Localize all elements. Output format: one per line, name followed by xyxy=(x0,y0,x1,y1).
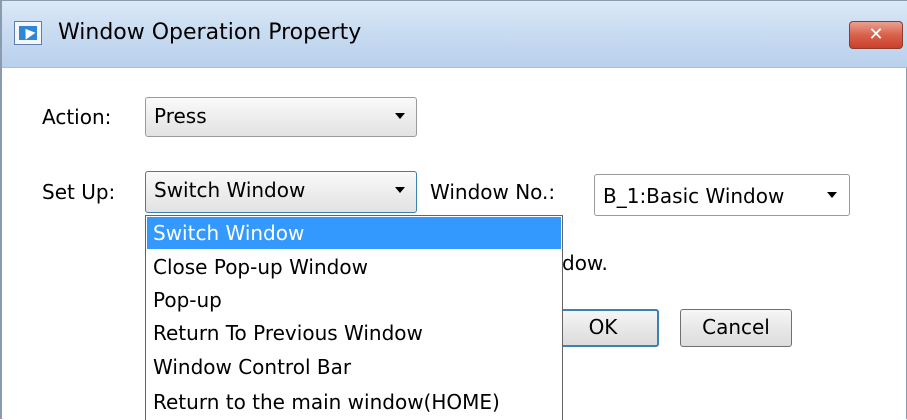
dropdown-option[interactable]: Close Pop-up Window xyxy=(147,251,561,283)
dropdown-option[interactable]: Switch Window xyxy=(147,217,561,249)
dropdown-option[interactable]: Return To Previous Window xyxy=(147,317,561,349)
window-operation-property-dialog: Window Operation Property ✕ Action: Pres… xyxy=(0,0,907,420)
info-text-fragment: dow. xyxy=(562,251,608,275)
action-dropdown[interactable]: Press xyxy=(145,97,417,137)
title-bar[interactable]: Window Operation Property ✕ xyxy=(2,1,907,68)
window-no-label: Window No.: xyxy=(430,180,556,204)
dropdown-option[interactable]: Pop-up xyxy=(147,284,561,316)
close-button[interactable]: ✕ xyxy=(849,21,903,49)
ok-button[interactable]: OK xyxy=(547,309,659,347)
dropdown-option[interactable]: Window Control Bar xyxy=(147,351,561,383)
app-window-icon xyxy=(14,21,42,45)
dropdown-option[interactable]: Return to the main window(HOME) xyxy=(147,386,561,418)
window-title: Window Operation Property xyxy=(58,20,362,45)
window-no-dropdown-value: B_1:Basic Window xyxy=(603,184,785,208)
chevron-down-icon xyxy=(395,113,405,119)
setup-dropdown[interactable]: Switch Window xyxy=(145,171,417,213)
cancel-button[interactable]: Cancel xyxy=(680,309,792,347)
action-label: Action: xyxy=(42,105,112,129)
close-icon: ✕ xyxy=(868,24,884,45)
setup-dropdown-value: Switch Window xyxy=(154,178,306,202)
setup-label: Set Up: xyxy=(42,180,116,204)
action-dropdown-value: Press xyxy=(154,104,207,128)
chevron-down-icon xyxy=(395,187,405,193)
chevron-down-icon xyxy=(827,192,837,198)
setup-dropdown-list[interactable]: Switch Window Close Pop-up Window Pop-up… xyxy=(145,215,563,420)
window-no-dropdown[interactable]: B_1:Basic Window xyxy=(594,174,850,216)
